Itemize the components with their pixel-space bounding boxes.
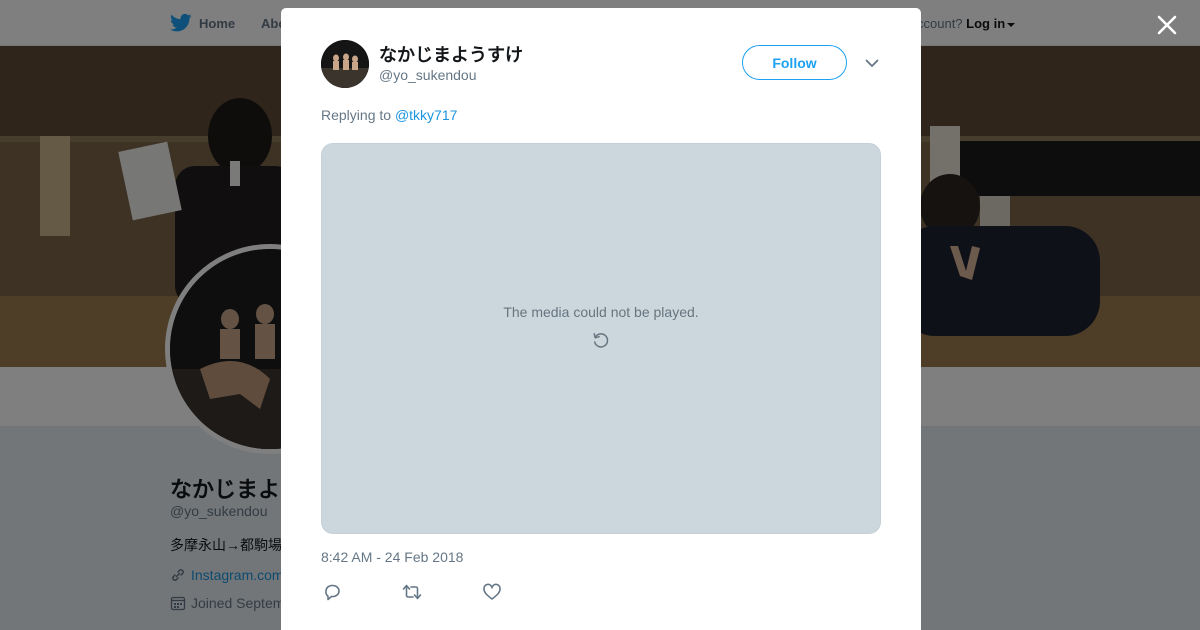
reply-icon[interactable]: [321, 581, 343, 603]
retweet-icon[interactable]: [401, 581, 423, 603]
replying-to: Replying to @tkky717: [321, 107, 457, 123]
heart-icon[interactable]: [481, 581, 503, 603]
replying-prefix: Replying to: [321, 107, 392, 123]
chevron-down-icon[interactable]: [863, 54, 881, 72]
tweet-author-avatar-photo: [321, 40, 369, 88]
replying-to-user-link[interactable]: @tkky717: [395, 107, 457, 123]
tweet-author-avatar[interactable]: [321, 40, 369, 88]
retry-icon[interactable]: [591, 330, 611, 350]
close-icon[interactable]: [1152, 10, 1182, 40]
media-player[interactable]: The media could not be played.: [321, 143, 881, 534]
tweet-timestamp[interactable]: 8:42 AM - 24 Feb 2018: [321, 549, 463, 565]
tweet-modal: なかじまようすけ @yo_sukendou Follow Replying to…: [281, 8, 921, 630]
media-error-message: The media could not be played.: [503, 304, 699, 320]
tweet-author-name[interactable]: なかじまようすけ: [379, 41, 523, 67]
tweet-author-handle[interactable]: @yo_sukendou: [379, 67, 477, 83]
follow-button[interactable]: Follow: [742, 45, 847, 80]
